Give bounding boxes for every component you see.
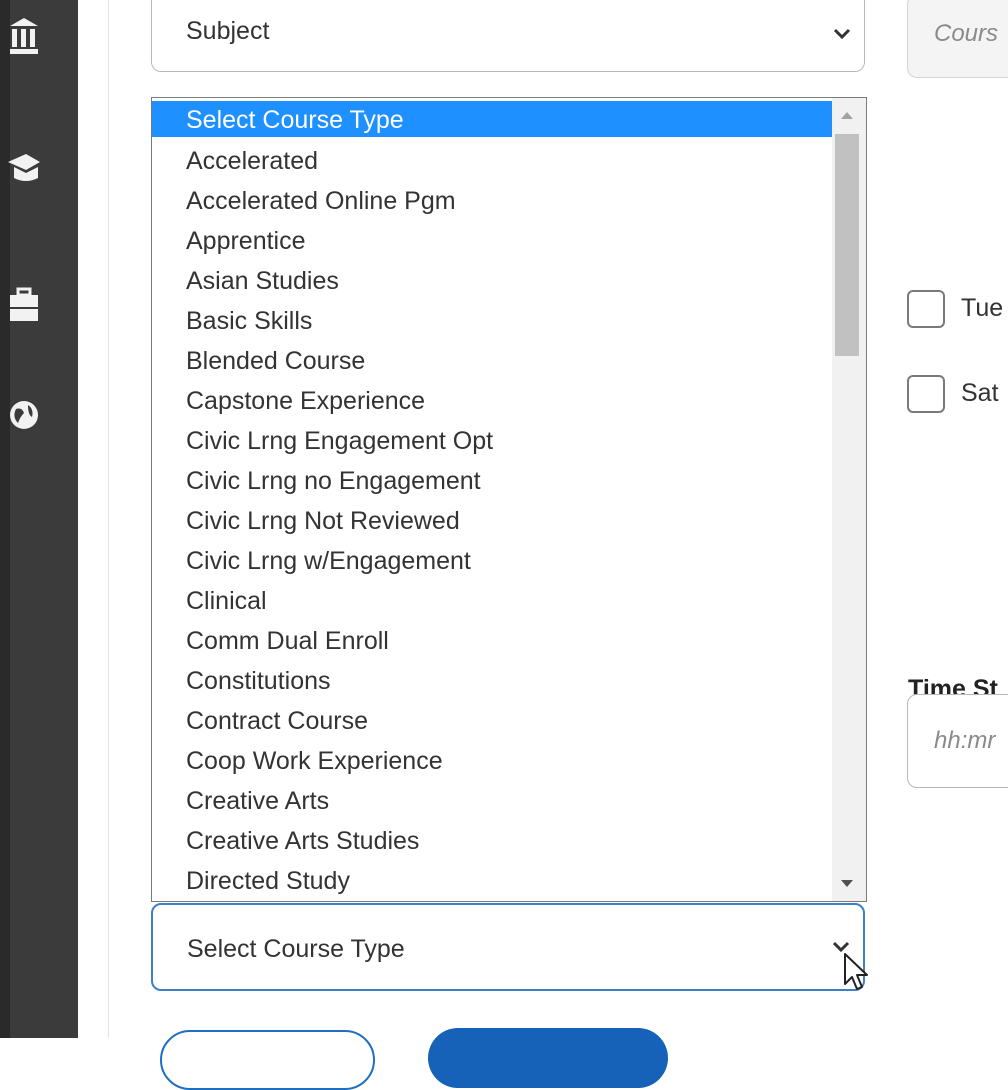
dropdown-option[interactable]: Contract Course xyxy=(152,701,832,741)
dropdown-option[interactable]: Civic Lrng w/Engagement xyxy=(152,541,832,581)
briefcase-icon[interactable] xyxy=(8,285,40,325)
globe-icon[interactable] xyxy=(8,395,40,435)
scrollbar-thumb[interactable] xyxy=(835,134,859,356)
graduation-cap-icon[interactable] xyxy=(8,150,40,190)
checkbox-tue[interactable] xyxy=(907,290,945,328)
dropdown-scrollbar[interactable] xyxy=(832,98,866,901)
course-type-dropdown-list[interactable]: Select Course Type Accelerated Accelerated… xyxy=(151,97,867,902)
mouse-cursor-icon xyxy=(843,952,871,994)
primary-button[interactable] xyxy=(428,1028,668,1088)
dropdown-option[interactable]: Creative Arts Studies xyxy=(152,821,832,861)
dropdown-option[interactable]: Blended Course xyxy=(152,341,832,381)
dropdown-option[interactable]: Asian Studies xyxy=(152,261,832,301)
dropdown-option[interactable]: Civic Lrng no Engagement xyxy=(152,461,832,501)
dropdown-option[interactable]: Select Course Type xyxy=(152,101,832,137)
dropdown-option[interactable]: Creative Arts xyxy=(152,781,832,821)
scroll-up-arrow-icon[interactable] xyxy=(841,112,853,119)
dropdown-option[interactable]: Basic Skills xyxy=(152,301,832,341)
chevron-down-icon xyxy=(832,26,852,42)
course-type-select[interactable]: Select Course Type xyxy=(151,903,865,991)
dropdown-option[interactable]: Coop Work Experience xyxy=(152,741,832,781)
dropdown-option[interactable]: Directed Study xyxy=(152,861,832,901)
dropdown-option[interactable]: Clinical xyxy=(152,581,832,621)
time-start-input[interactable]: hh:mr xyxy=(907,694,1008,788)
subject-select[interactable]: Subject xyxy=(151,0,865,72)
course-type-select-value: Select Course Type xyxy=(187,935,405,963)
subject-select-value: Subject xyxy=(186,17,270,45)
dropdown-option[interactable]: Accelerated xyxy=(152,141,832,181)
time-start-placeholder: hh:mr xyxy=(934,727,996,754)
checkbox-sat[interactable] xyxy=(907,375,945,413)
side-navigation xyxy=(0,0,78,1038)
institution-icon[interactable] xyxy=(8,16,40,56)
course-input[interactable]: Cours xyxy=(907,0,1008,78)
dropdown-option[interactable]: Apprentice xyxy=(152,221,832,261)
dropdown-option[interactable]: Capstone Experience xyxy=(152,381,832,421)
dropdown-option[interactable]: Accelerated Online Pgm xyxy=(152,181,832,221)
dropdown-option[interactable]: Comm Dual Enroll xyxy=(152,621,832,661)
dropdown-option[interactable]: Civic Lrng Engagement Opt xyxy=(152,421,832,461)
dropdown-option[interactable]: Civic Lrng Not Reviewed xyxy=(152,501,832,541)
secondary-button[interactable] xyxy=(160,1030,375,1090)
content-divider xyxy=(108,0,109,1038)
scroll-down-arrow-icon[interactable] xyxy=(841,880,853,887)
checkbox-tue-label: Tue xyxy=(961,294,1004,322)
checkbox-sat-label: Sat xyxy=(961,379,999,407)
dropdown-option[interactable]: Constitutions xyxy=(152,661,832,701)
course-input-placeholder: Cours xyxy=(934,20,999,47)
